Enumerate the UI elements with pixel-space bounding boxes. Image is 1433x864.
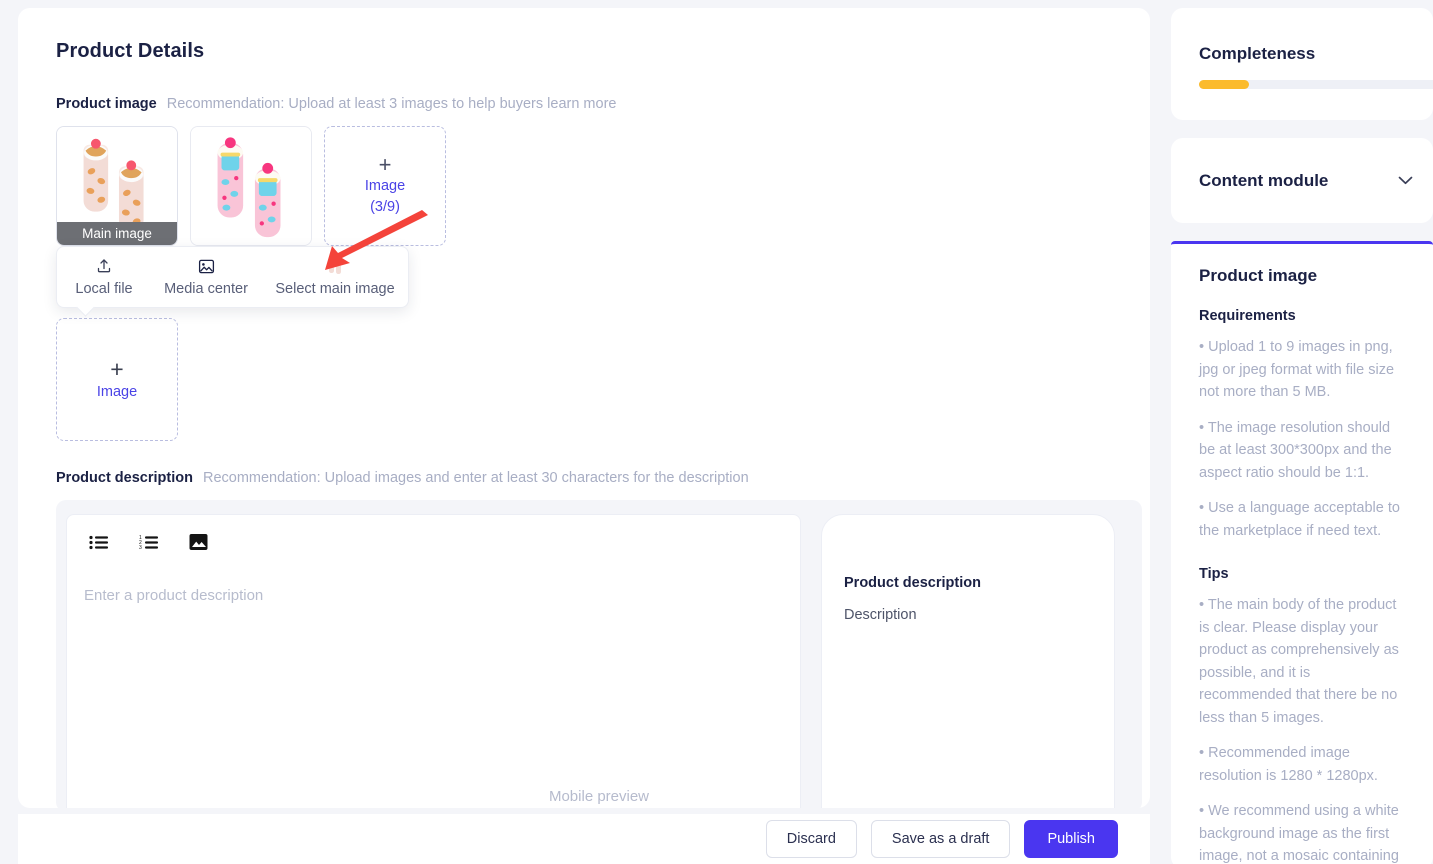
popover-item-media-center[interactable]: Media center [151, 258, 261, 297]
page-title: Product Details [56, 40, 205, 62]
product-details-page: Product Details Product image Recommenda… [0, 0, 1433, 864]
chevron-down-icon[interactable] [1398, 173, 1413, 188]
thumbnail-secondary-image[interactable] [190, 126, 312, 246]
svg-text:3: 3 [139, 545, 142, 550]
guide-tip-item: • Recommended image resolution is 1280 *… [1199, 745, 1378, 784]
bulleted-list-icon[interactable] [87, 531, 109, 553]
plus-icon: + [378, 152, 392, 177]
guide-tip-item: • The main body of the product is clear.… [1199, 597, 1399, 726]
product-description-label: Product description [56, 470, 193, 486]
popover-item-select-main-image[interactable]: Select main image [261, 258, 409, 297]
right-sidebar: Completeness Content module Product imag… [1171, 8, 1433, 864]
numbered-list-icon[interactable]: 1 2 3 [137, 531, 159, 553]
completeness-card: Completeness [1171, 8, 1433, 120]
add-image-count: (3/9) [370, 199, 400, 215]
guide-tip-item: • We recommend using a white background … [1199, 803, 1399, 864]
cupcake-socks-pink-image [191, 127, 311, 245]
publish-button[interactable]: Publish [1024, 820, 1118, 858]
product-description-label-row: Product description Recommendation: Uplo… [56, 470, 749, 486]
discard-button[interactable]: Discard [765, 820, 857, 858]
upload-source-popover: Local file Media center Select main imag… [56, 246, 409, 308]
select-main-image-thumbnail-icon [325, 258, 345, 275]
upload-icon [96, 258, 112, 275]
rich-text-editor[interactable]: 1 2 3 Enter a product description [66, 514, 801, 808]
content-module-card[interactable]: Content module [1171, 138, 1433, 223]
preview-body: Description [844, 607, 917, 623]
popover-item-label: Select main image [275, 280, 395, 297]
insert-image-icon[interactable] [187, 531, 209, 553]
save-draft-button[interactable]: Save as a draft [870, 820, 1011, 858]
guide-requirement-item: • Upload 1 to 9 images in png, jpg or jp… [1199, 339, 1395, 400]
add-image-button[interactable]: + Image (3/9) [324, 126, 446, 246]
mobile-preview-panel: Product description Description [821, 514, 1115, 808]
media-center-icon [198, 258, 215, 275]
product-details-card: Product Details Product image Recommenda… [18, 8, 1150, 808]
action-bar: Discard Save as a draft Publish [18, 814, 1150, 864]
product-image-hint: Recommendation: Upload at least 3 images… [166, 96, 617, 112]
popover-item-label: Media center [164, 280, 248, 297]
add-image-large-button[interactable]: + Image [56, 318, 178, 441]
popover-item-label: Local file [75, 280, 133, 297]
completeness-title: Completeness [1199, 44, 1316, 63]
product-image-label: Product image [56, 96, 157, 112]
main-image-badge: Main image [57, 222, 177, 245]
content-module-title: Content module [1199, 170, 1329, 190]
popover-item-local-file[interactable]: Local file [57, 258, 151, 297]
completeness-progress-track [1199, 80, 1433, 89]
thumbnail-main-image[interactable]: Main image [56, 126, 178, 246]
guide-tips-heading: Tips [1199, 566, 1229, 582]
guide-requirement-item: • The image resolution should be at leas… [1199, 419, 1392, 481]
preview-heading: Product description [844, 575, 981, 591]
completeness-progress-fill [1199, 80, 1250, 89]
product-description-hint: Recommendation: Upload images and enter … [202, 470, 749, 486]
guide-title: Product image [1199, 266, 1318, 285]
product-image-label-row: Product image Recommendation: Upload at … [56, 96, 616, 112]
guide-requirements-heading: Requirements [1199, 308, 1296, 324]
add-image-large-caption: Image [96, 383, 138, 400]
guide-requirement-item: • Use a language acceptable to the marke… [1199, 500, 1400, 539]
product-image-thumbnail-strip: Main image + Image (3/9) [56, 126, 446, 246]
product-description-editor-area: 1 2 3 Enter a product description Produc… [56, 500, 1142, 808]
editor-placeholder: Enter a product description [84, 587, 264, 604]
add-image-caption: Image [364, 178, 406, 194]
mobile-preview-caption: Mobile preview [548, 788, 650, 805]
product-image-guide-card: Product image Requirements • Upload 1 to… [1171, 241, 1433, 864]
editor-toolbar: 1 2 3 [87, 531, 209, 553]
plus-icon: + [110, 355, 124, 382]
